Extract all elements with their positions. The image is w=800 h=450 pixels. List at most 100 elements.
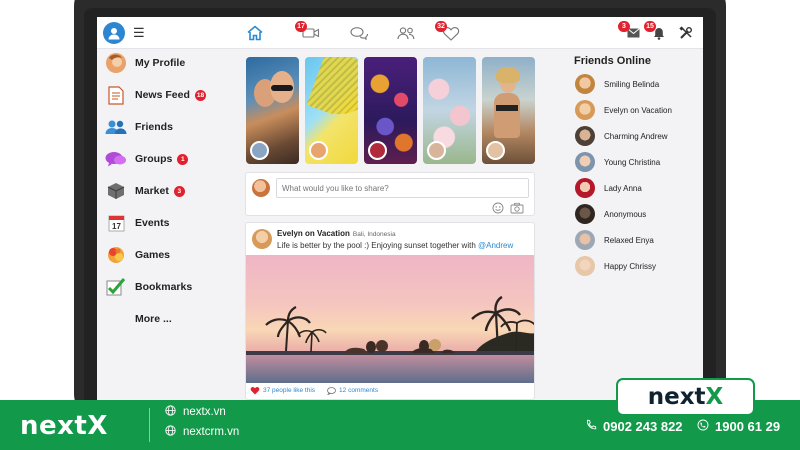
globe-icon [165,425,176,439]
post-author-avatar [252,229,272,249]
friend-online-item[interactable]: Smiling Belinda [575,74,659,94]
friends-icon [105,116,127,138]
friend-name: Happy Chrissy [604,261,657,271]
profile-avatar-icon [105,52,127,74]
menu-icon[interactable]: ☰ [133,26,145,40]
video-badge: 17 [295,21,307,32]
sidebar-item-bookmarks[interactable]: Bookmarks [105,276,192,298]
home-icon[interactable] [245,24,265,42]
calendar-icon: 17 [105,212,127,234]
friend-avatar [575,152,595,172]
comment-icon[interactable] [327,386,336,395]
post-footer: 37 people like this 12 comments [250,386,378,395]
website-link[interactable]: nextcrm.vn [165,425,239,439]
friend-avatar [575,100,595,120]
settings-icon[interactable] [677,24,695,42]
share-input[interactable] [276,178,529,198]
camera-icon[interactable] [510,201,524,214]
post-mention-link[interactable]: @Andrew [478,241,513,250]
sidebar-item-label: News Feed [135,89,190,101]
friend-online-item[interactable]: Happy Chrissy [575,256,656,276]
website-text: nextcrm.vn [183,426,240,438]
friend-avatar [575,230,595,250]
sidebar-item-label: My Profile [135,57,186,69]
logo-prefix: next [647,384,706,410]
divider [149,408,150,442]
user-avatar-icon[interactable] [103,22,125,44]
friend-online-item[interactable]: Anonymous [575,204,646,224]
story-avatar [486,141,505,160]
newsfeed-badge: 18 [194,89,207,101]
groups-badge: 1 [177,153,189,165]
sidebar-item-events[interactable]: 17 Events [105,212,169,234]
story-card[interactable] [364,57,417,164]
story-card[interactable] [305,57,358,164]
website-link[interactable]: nextx.vn [165,405,226,419]
sidebar-item-label: Bookmarks [135,281,193,293]
like-heart-icon[interactable] [250,386,260,395]
svg-text:17: 17 [112,222,121,231]
story-card[interactable] [423,57,476,164]
headset-icon [697,419,709,434]
globe-icon [165,405,176,419]
story-card[interactable] [482,57,535,164]
app-screen: ☰ 17 32 3 15 My Profile News Feed 18 Fri… [97,17,703,400]
post-image[interactable] [246,255,534,383]
sidebar-item-market[interactable]: Market 3 [105,180,185,202]
market-badge: 3 [173,185,185,197]
friend-online-item[interactable]: Evelyn on Vacation [575,100,672,120]
sidebar-item-label: Market [135,185,169,197]
top-bar: ☰ 17 32 3 15 [97,17,703,49]
friends-icon[interactable] [396,24,416,42]
friend-online-item[interactable]: Young Christina [575,152,660,172]
friend-name: Lady Anna [604,183,642,193]
sidebar-item-games[interactable]: Games [105,244,170,266]
story-avatar [368,141,387,160]
comments-count[interactable]: 12 comments [339,387,378,394]
chat-icon[interactable] [349,24,369,42]
hotline-text: 1900 61 29 [715,418,781,434]
hotline-number[interactable]: 1900 61 29 [697,418,780,434]
post-author[interactable]: Evelyn on Vacation Bali, Indonesia [277,229,396,238]
sidebar-item-friends[interactable]: Friends [105,116,173,138]
friend-online-item[interactable]: Charming Andrew [575,126,668,146]
sidebar-item-more[interactable]: More ... [135,308,172,330]
friend-name: Anonymous [604,209,647,219]
story-card[interactable] [246,57,299,164]
sidebar-item-label: Events [135,217,170,229]
phone-number[interactable]: 0902 243 822 [585,418,683,434]
friend-name: Charming Andrew [604,131,668,141]
friend-avatar [575,256,595,276]
groups-icon [105,148,127,170]
sidebar-item-groups[interactable]: Groups 1 [105,148,189,170]
friend-avatar [575,126,595,146]
likes-count[interactable]: 37 people like this [263,387,315,394]
feed-post: Evelyn on Vacation Bali, Indonesia Life i… [245,222,535,400]
friend-avatar [575,74,595,94]
phone-text: 0902 243 822 [603,418,683,434]
post-text: Life is better by the pool :) Enjoying s… [277,241,513,250]
notifications-badge: 15 [644,21,656,32]
story-avatar [427,141,446,160]
sidebar-item-news-feed[interactable]: News Feed 18 [105,84,207,106]
emoji-icon[interactable] [492,201,504,214]
likes-badge: 32 [435,21,447,32]
friend-online-item[interactable]: Lady Anna [575,178,642,198]
phone-icon [585,419,597,434]
games-icon [105,244,127,266]
friend-avatar [575,178,595,198]
newsfeed-icon [105,84,127,106]
friend-online-item[interactable]: Relaxed Enya [575,230,654,250]
friend-avatar [575,204,595,224]
brand-logo: next X [616,378,755,416]
story-avatar [250,141,269,160]
story-avatar [309,141,328,160]
sidebar-item-label: Groups [135,153,173,165]
sidebar: My Profile News Feed 18 Friends Groups 1… [97,50,237,400]
market-icon [105,180,127,202]
friend-name: Evelyn on Vacation [604,105,672,115]
sidebar-item-label: Friends [135,121,173,133]
sidebar-item-my-profile[interactable]: My Profile [105,52,185,74]
friend-name: Relaxed Enya [604,235,654,245]
friend-name: Smiling Belinda [604,79,660,89]
